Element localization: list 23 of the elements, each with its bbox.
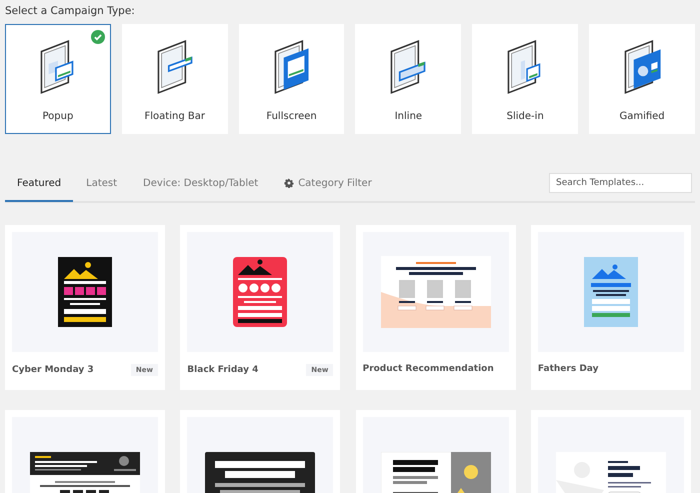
template-title: Cyber Monday 3 xyxy=(12,365,94,375)
filter-tab[interactable]: Featured xyxy=(5,166,74,202)
campaign-type-card[interactable]: Popup xyxy=(5,24,111,134)
section-heading: Select a Campaign Type: xyxy=(5,4,136,19)
filter-tab[interactable]: Device: Desktop/Tablet xyxy=(130,166,272,202)
popup-thumbnail-drawing xyxy=(233,257,288,327)
template-title: Product Recommendation xyxy=(362,364,494,374)
popup-thumbnail-drawing xyxy=(58,257,112,327)
filter-tab[interactable]: Latest xyxy=(73,166,130,202)
template-card[interactable]: Fathers Day xyxy=(530,225,691,390)
settings-icon xyxy=(284,178,294,188)
template-card[interactable]: Product Recommendation xyxy=(356,225,516,390)
campaign-type-card[interactable]: Floating Bar xyxy=(122,24,228,134)
campaign-type-card[interactable]: Slide-in xyxy=(472,24,578,134)
popup-thumbnail-drawing xyxy=(584,257,638,327)
check-icon xyxy=(90,30,105,44)
filter-tab[interactable]: Category Filter xyxy=(271,166,385,202)
campaign-type-card[interactable]: Gamified xyxy=(589,24,695,134)
search-field[interactable]: Search Templates... xyxy=(549,173,692,193)
template-title: Black Friday 4 xyxy=(187,365,258,375)
campaign-type-card[interactable]: Inline xyxy=(355,24,462,134)
campaign-type-card[interactable]: Fullscreen xyxy=(238,24,344,134)
template-title: Fathers Day xyxy=(538,364,598,374)
